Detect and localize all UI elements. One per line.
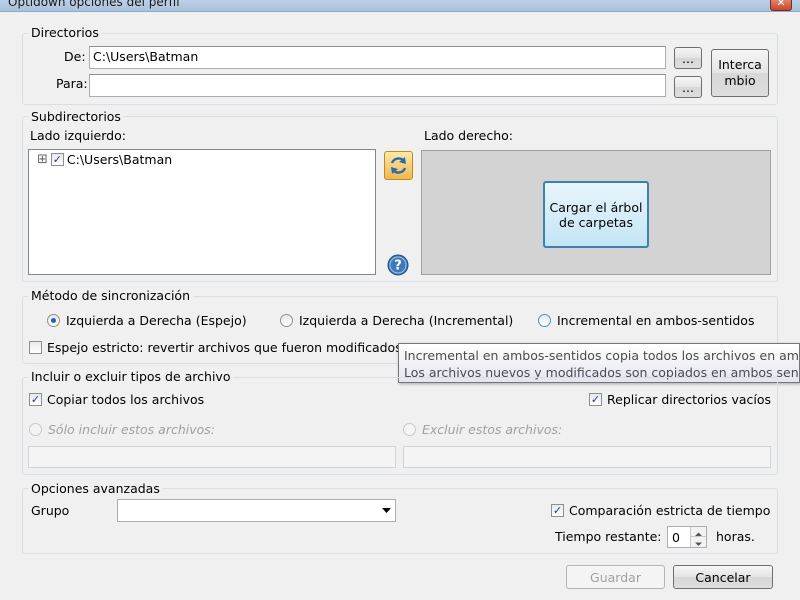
de-label: De: [64, 49, 86, 64]
grupo-label: Grupo [31, 503, 70, 518]
left-folder-tree[interactable]: ⊞ ✓ C:\Users\Batman [28, 149, 376, 275]
tree-expander-icon[interactable]: ⊞ [37, 152, 48, 167]
copy-all-label: Copiar todos los archivos [47, 392, 205, 407]
copy-all-box[interactable]: ✓ [29, 393, 42, 406]
help-icon: ? [387, 254, 409, 276]
strict-mirror-box[interactable] [29, 341, 42, 354]
radio-exclude[interactable]: Excluir estos archivos: [403, 422, 562, 437]
radio-exclude-dot[interactable] [403, 423, 416, 436]
exclude-input[interactable] [403, 446, 771, 468]
radio-mirror-label: Izquierda a Derecha (Espejo) [66, 313, 247, 328]
window-title: Optidown opciones del perfil [8, 0, 180, 9]
right-side-label: Lado derecho: [424, 128, 514, 143]
swap-label-line2: mbio [724, 73, 756, 88]
swap-button[interactable]: Interca mbio [711, 49, 769, 97]
svg-text:?: ? [394, 259, 402, 274]
de-input[interactable]: C:\Users\Batman [89, 46, 666, 69]
refresh-icon [390, 157, 407, 174]
tree-item-root[interactable]: ⊞ ✓ C:\Users\Batman [37, 152, 172, 167]
para-browse-button[interactable]: ... [674, 76, 702, 98]
copy-all-checkbox[interactable]: ✓ Copiar todos los archivos [29, 392, 204, 407]
left-side-label: Lado izquierdo: [30, 128, 126, 143]
radio-incremental-label: Izquierda a Derecha (Incremental) [299, 313, 514, 328]
radio-both-ways-label: Incremental en ambos-sentidos [557, 313, 755, 328]
time-unit-label: horas. [716, 529, 755, 544]
help-button[interactable]: ? [387, 254, 409, 276]
radio-incremental[interactable]: Izquierda a Derecha (Incremental) [280, 313, 513, 328]
tree-root-label: C:\Users\Batman [66, 152, 173, 167]
advanced-options-group-label: Opciones avanzadas [28, 481, 163, 496]
swap-label-line1: Interca [718, 57, 762, 72]
radio-only-include-label: Sólo incluir estos archivos: [48, 422, 215, 437]
para-label: Para: [56, 76, 88, 91]
radio-only-include-dot[interactable] [29, 423, 42, 436]
strict-mirror-label: Espejo estricto: revertir archivos que f… [47, 340, 402, 355]
replicate-dirs-label: Replicar directorios vacíos [607, 392, 772, 407]
strict-time-box[interactable]: ✓ [551, 504, 564, 517]
only-include-input[interactable] [28, 446, 396, 468]
cancel-button[interactable]: Cancelar [673, 565, 773, 589]
strict-mirror-checkbox[interactable]: Espejo estricto: revertir archivos que f… [29, 340, 402, 355]
radio-both-ways-dot[interactable] [538, 314, 551, 327]
radio-incremental-dot[interactable] [280, 314, 293, 327]
include-exclude-group-label: Incluir o excluir tipos de archivo [28, 369, 234, 384]
grupo-select[interactable] [117, 499, 396, 522]
replicate-dirs-box[interactable]: ✓ [589, 393, 602, 406]
directorios-group-label: Directorios [28, 25, 102, 40]
time-remaining-label: Tiempo restante: [555, 529, 662, 544]
de-browse-button[interactable]: ... [674, 47, 702, 69]
load-tree-label-line1: Cargar el árbol [549, 199, 643, 215]
time-remaining-value[interactable]: 0 [672, 530, 680, 545]
radio-both-ways[interactable]: Incremental en ambos-sentidos [538, 313, 754, 328]
tooltip-line1: Incremental en ambos-sentidos copia todo… [404, 348, 800, 363]
tree-root-checkbox[interactable]: ✓ [50, 153, 64, 166]
para-input[interactable] [89, 74, 666, 97]
dropdown-arrow-icon[interactable] [382, 508, 391, 514]
strict-time-checkbox[interactable]: ✓ Comparación estricta de tiempo [551, 503, 770, 518]
spin-down-icon [695, 542, 702, 546]
time-remaining-spinner[interactable]: 0 [667, 526, 707, 548]
radio-exclude-label: Excluir estos archivos: [422, 422, 563, 437]
close-button[interactable]: ✕ [770, 0, 792, 11]
refresh-button[interactable] [384, 151, 413, 180]
title-bar: Optidown opciones del perfil ✕ [0, 0, 800, 12]
save-button[interactable]: Guardar [566, 565, 665, 589]
radio-mirror-dot[interactable] [47, 314, 60, 327]
spinner-up-button[interactable] [690, 527, 706, 537]
replicate-dirs-checkbox[interactable]: ✓ Replicar directorios vacíos [589, 392, 771, 407]
sync-method-group-label: Método de sincronización [28, 288, 194, 303]
load-tree-button[interactable]: Cargar el árbol de carpetas [543, 181, 649, 248]
radio-only-include[interactable]: Sólo incluir estos archivos: [29, 422, 215, 437]
spinner-down-button[interactable] [690, 537, 706, 547]
radio-mirror[interactable]: Izquierda a Derecha (Espejo) [47, 313, 247, 328]
strict-time-label: Comparación estricta de tiempo [569, 503, 771, 518]
load-tree-label-line2: de carpetas [559, 214, 633, 230]
subdirectorios-group-label: Subdirectorios [28, 109, 124, 124]
